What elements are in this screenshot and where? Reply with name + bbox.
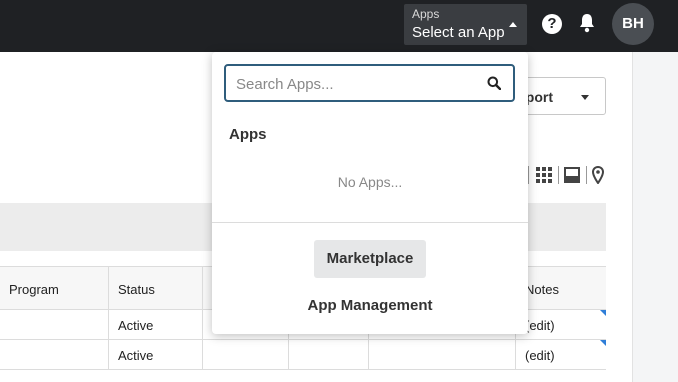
app-management-link[interactable]: App Management xyxy=(212,297,528,314)
edit-link[interactable]: (edit) xyxy=(525,318,555,333)
table-row[interactable]: Active (edit) xyxy=(0,340,606,370)
empty-apps-message: No Apps... xyxy=(337,174,403,190)
marketplace-button[interactable]: Marketplace xyxy=(314,240,426,278)
table-cell xyxy=(0,340,108,369)
table-cell xyxy=(202,340,288,369)
comment-marker-icon xyxy=(600,310,606,316)
table-cell-status: Active xyxy=(108,310,202,339)
table-cell xyxy=(368,340,515,369)
column-header-program[interactable]: Program xyxy=(0,267,108,309)
search-icon[interactable] xyxy=(487,76,501,90)
app-selector-dropdown[interactable]: Apps Select an App xyxy=(404,4,527,45)
card-view-icon[interactable] xyxy=(564,167,580,183)
apps-dropdown-menu: Apps No Apps... Marketplace App Manageme… xyxy=(212,52,528,334)
map-pin-icon[interactable] xyxy=(592,166,604,184)
right-side-panel xyxy=(632,52,678,382)
search-apps-input[interactable] xyxy=(236,74,476,94)
caret-down-icon xyxy=(581,95,589,100)
search-apps-field[interactable] xyxy=(224,64,515,102)
table-cell-notes[interactable]: (edit) xyxy=(515,310,606,339)
column-header-notes[interactable]: Notes xyxy=(515,267,606,309)
top-navigation-bar: Apps Select an App ? BH xyxy=(0,0,678,52)
caret-up-icon xyxy=(509,22,517,27)
app-selector-label: Apps xyxy=(412,7,440,21)
app-selector-value: Select an App xyxy=(412,24,505,41)
bell-icon[interactable] xyxy=(578,13,596,33)
user-avatar[interactable]: BH xyxy=(612,3,654,45)
table-cell-notes[interactable]: (edit) xyxy=(515,340,606,369)
table-cell xyxy=(288,340,368,369)
column-header-status[interactable]: Status xyxy=(108,267,202,309)
divider xyxy=(558,166,559,184)
apps-section-heading: Apps xyxy=(229,126,267,143)
edit-link[interactable]: (edit) xyxy=(525,348,555,363)
grid-icon[interactable] xyxy=(536,167,552,183)
table-cell-status: Active xyxy=(108,340,202,369)
divider xyxy=(212,222,528,223)
comment-marker-icon xyxy=(600,340,606,346)
help-icon[interactable]: ? xyxy=(542,14,562,34)
divider xyxy=(586,166,587,184)
table-cell xyxy=(0,310,108,339)
divider xyxy=(528,166,529,184)
